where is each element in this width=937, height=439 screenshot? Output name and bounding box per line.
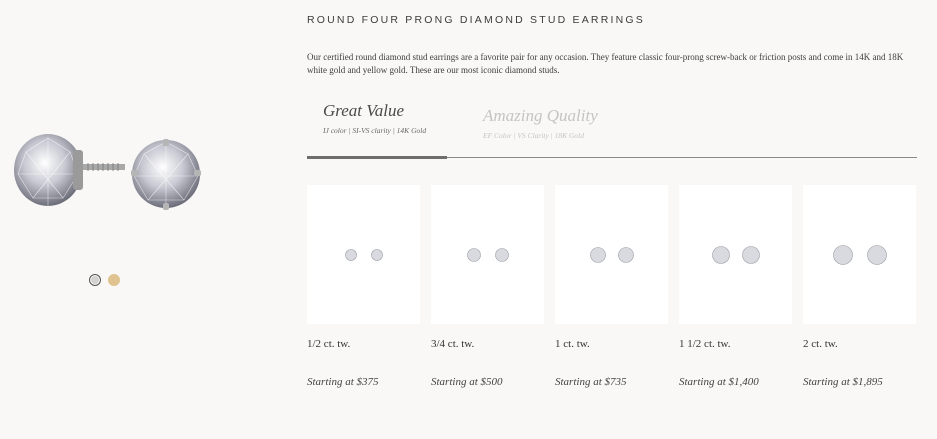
product-card-three-quarter-ct[interactable]: 3/4 ct. tw. Starting at $500 xyxy=(431,185,544,388)
active-tab-indicator xyxy=(307,156,447,159)
tab-subtitle: IJ color | SI-VS clarity | 14K Gold xyxy=(323,126,427,135)
product-card-one-ct[interactable]: 1 ct. tw. Starting at $735 xyxy=(555,185,668,388)
tab-subtitle: EF Color | VS Clarity | 18K Gold xyxy=(483,131,585,140)
product-hero xyxy=(0,0,260,439)
product-thumbnail xyxy=(307,185,420,324)
product-size: 2 ct. tw. xyxy=(803,338,838,350)
product-card-half-ct[interactable]: 1/2 ct. tw. Starting at $375 xyxy=(307,185,420,388)
tab-title: Great Value xyxy=(323,101,405,120)
product-thumbnail xyxy=(431,185,544,324)
product-size: 3/4 ct. tw. xyxy=(431,338,475,350)
yellow-gold-swatch[interactable] xyxy=(108,274,120,286)
product-size: 1 1/2 ct. tw. xyxy=(679,338,731,350)
earring-pair-image xyxy=(467,247,509,262)
white-gold-swatch[interactable] xyxy=(89,274,101,286)
product-thumbnail xyxy=(679,185,792,324)
product-price: Starting at $375 xyxy=(307,376,379,388)
earring-pair-image xyxy=(590,246,634,263)
product-card-one-and-half-ct[interactable]: 1 1/2 ct. tw. Starting at $1,400 xyxy=(679,185,792,388)
product-thumbnail xyxy=(555,185,668,324)
metal-color-selector xyxy=(89,274,120,286)
earring-pair-image xyxy=(712,245,760,264)
earring-pair-image xyxy=(345,248,383,261)
diamond-stud-earrings-image xyxy=(14,134,201,210)
earring-pair-image xyxy=(833,244,887,265)
product-card-two-ct[interactable]: 2 ct. tw. Starting at $1,895 xyxy=(803,185,916,388)
product-price: Starting at $735 xyxy=(555,376,627,388)
tab-title: Amazing Quality xyxy=(483,106,598,125)
product-thumbnail xyxy=(803,185,916,324)
product-price: Starting at $500 xyxy=(431,376,503,388)
product-price: Starting at $1,895 xyxy=(803,376,883,388)
tab-great-value[interactable]: Great Value IJ color | SI-VS clarity | 1… xyxy=(323,101,426,135)
product-description: Our certified round diamond stud earring… xyxy=(307,52,904,75)
product-price: Starting at $1,400 xyxy=(679,376,759,388)
quality-tabs: Great Value IJ color | SI-VS clarity | 1… xyxy=(307,101,917,159)
tab-amazing-quality[interactable]: Amazing Quality EF Color | VS Clarity | … xyxy=(483,106,598,140)
product-size: 1/2 ct. tw. xyxy=(307,338,351,350)
product-size: 1 ct. tw. xyxy=(555,338,590,350)
page-title: ROUND FOUR PRONG DIAMOND STUD EARRINGS xyxy=(307,14,645,26)
